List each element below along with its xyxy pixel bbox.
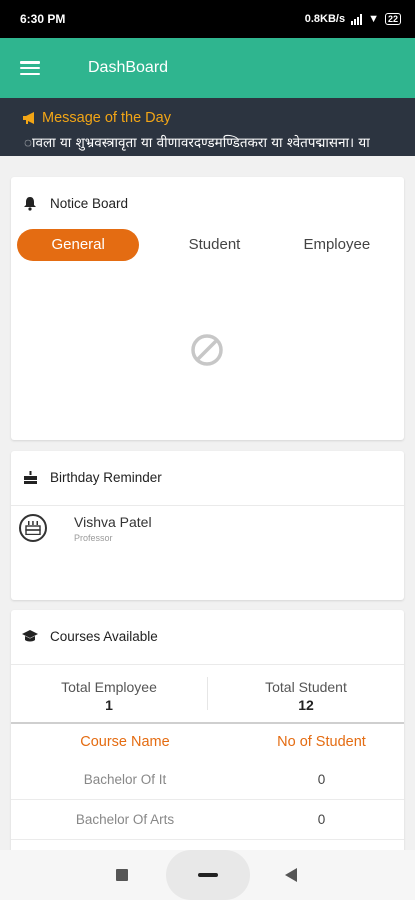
column-no-of-student: No of Student <box>277 734 366 750</box>
notice-tabs: General Student Employee <box>11 229 404 261</box>
tab-student[interactable]: Student <box>153 229 275 261</box>
total-employee: Total Employee 1 <box>11 665 207 722</box>
avatar <box>19 514 47 542</box>
message-of-the-day: Message of the Day ावला या शुभ्रवस्त्राव… <box>0 98 415 156</box>
column-course-name: Course Name <box>80 734 170 750</box>
notice-board-header: Notice Board <box>11 177 404 229</box>
network-speed: 0.8KB/s <box>304 13 346 25</box>
total-student-value: 12 <box>298 697 314 713</box>
menu-icon[interactable] <box>20 61 40 75</box>
total-student-label: Total Student <box>265 679 347 695</box>
birthday-person-name: Vishva Patel <box>74 514 152 530</box>
notice-board-title: Notice Board <box>50 195 129 211</box>
motd-text: ावला या शुभ्रवस्त्रावृता या वीणावरदण्डमण… <box>24 135 370 151</box>
totals-summary: Total Employee 1 Total Student 12 <box>11 664 404 722</box>
total-student: Total Student 12 <box>208 665 404 722</box>
status-bar: 6:30 PM 0.8KB/s ▼ 22 <box>0 0 415 38</box>
courses-card: Courses Available Total Employee 1 Total… <box>11 610 404 870</box>
birthday-reminder-card: Birthday Reminder Vishva Patel Professor <box>11 451 404 600</box>
course-name-cell: Bachelor Of Arts <box>75 812 175 827</box>
list-item[interactable]: Vishva Patel Professor <box>11 505 404 555</box>
courses-title: Courses Available <box>50 628 158 644</box>
app-bar: DashBoard <box>0 38 415 98</box>
signal-icon <box>351 13 363 25</box>
tab-employee[interactable]: Employee <box>276 229 398 261</box>
birthday-person-role: Professor <box>74 533 113 543</box>
birthday-title: Birthday Reminder <box>50 469 162 485</box>
bell-icon <box>21 194 39 212</box>
recent-apps-button[interactable] <box>116 869 128 881</box>
notice-board-card: Notice Board General Student Employee <box>11 177 404 440</box>
home-button[interactable] <box>166 850 250 900</box>
total-employee-label: Total Employee <box>61 679 157 695</box>
system-nav-bar <box>0 850 415 900</box>
tab-general[interactable]: General <box>17 229 140 261</box>
motd-header: Message of the Day <box>22 110 171 126</box>
course-name-cell: Bachelor Of It <box>83 772 167 787</box>
no-data-icon <box>191 334 223 366</box>
cake-icon <box>21 468 39 486</box>
megaphone-icon <box>23 112 34 124</box>
app-title: DashBoard <box>88 59 169 76</box>
back-button[interactable] <box>285 868 297 882</box>
table-row[interactable]: Bachelor Of Arts 0 <box>11 800 404 840</box>
battery-icon: 22 <box>384 13 401 25</box>
status-icons: 0.8KB/s ▼ 22 <box>305 13 401 25</box>
table-row[interactable]: Bachelor Of It 0 <box>11 760 404 800</box>
table-header: Course Name No of Student <box>11 722 404 760</box>
graduation-cap-icon <box>21 627 39 645</box>
total-employee-value: 1 <box>105 697 113 713</box>
wifi-icon: ▼ <box>368 13 379 25</box>
status-time: 6:30 PM <box>20 12 66 26</box>
student-count-cell: 0 <box>317 772 326 787</box>
courses-header: Courses Available <box>11 610 404 662</box>
student-count-cell: 0 <box>317 812 326 827</box>
cake-icon <box>25 521 41 535</box>
birthday-header: Birthday Reminder <box>11 451 404 503</box>
motd-title: Message of the Day <box>42 110 171 126</box>
